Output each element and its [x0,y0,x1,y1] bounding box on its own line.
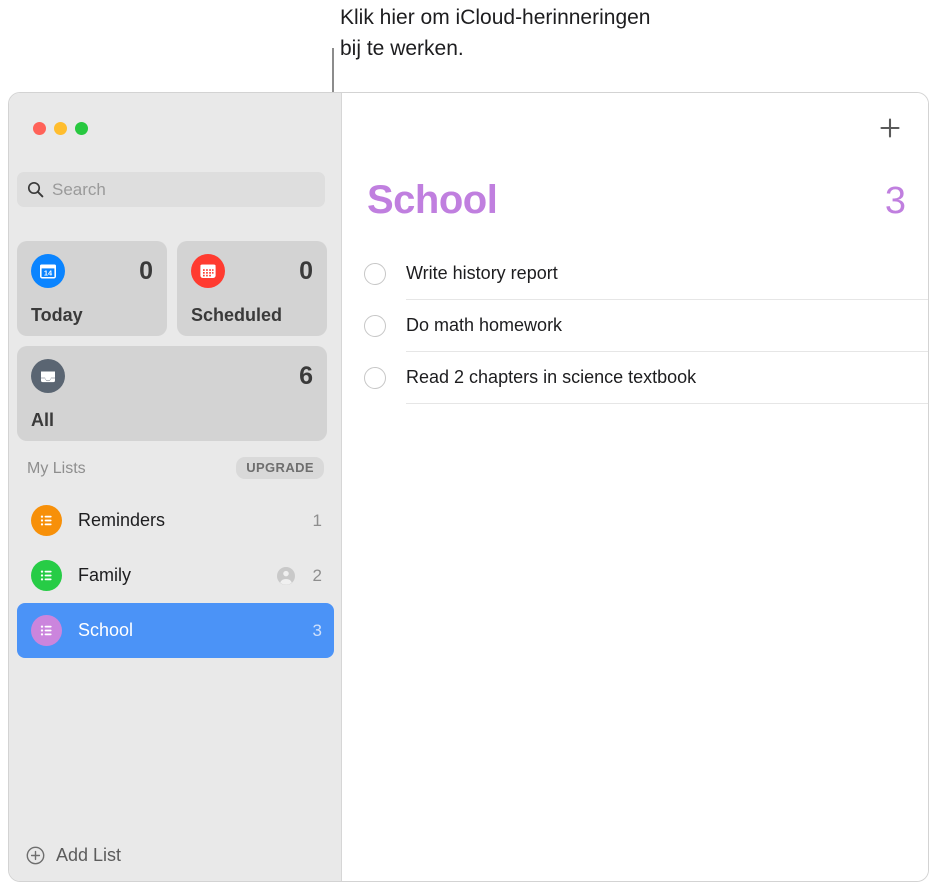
callout-text: Klik hier om iCloud-herinneringen bij te… [340,6,651,60]
lists-container: Reminders 1 Family 2 School 3 [9,493,342,658]
reminder-checkbox[interactable] [364,315,386,337]
search-icon [27,181,44,198]
smart-card-scheduled-label: Scheduled [191,305,283,325]
reminder-row[interactable]: Write history report [360,248,928,300]
svg-text:14: 14 [44,268,53,277]
reminders-list: Write history report Do math homework Re… [360,248,928,404]
my-lists-section-header: My Lists UPGRADE [9,455,342,487]
page-title: School [367,178,498,222]
calendar-day-icon: 14 [31,254,65,288]
bulleted-list-icon [31,505,62,536]
reminders-app-window: Search 14 0 Today 0 Scheduled 6 All My L… [8,92,929,882]
detail-pane: School 3 Write history report Do math ho… [342,93,928,881]
person-circle-icon [276,566,296,586]
sidebar-list-item-reminders-label: Reminders [78,510,166,530]
my-lists-title: My Lists [27,460,86,477]
sidebar-list-item-family-label: Family [78,565,131,585]
reminder-row[interactable]: Do math homework [360,300,928,352]
reminder-checkbox[interactable] [364,263,386,285]
smart-card-today-label: Today [31,305,83,325]
inbox-tray-icon [31,359,65,393]
sidebar-list-item-family[interactable]: Family 2 [17,548,334,603]
smart-card-today-count: 0 [139,257,153,285]
reminder-title[interactable]: Read 2 chapters in science textbook [406,367,696,388]
reminder-checkbox[interactable] [364,367,386,389]
bulleted-list-icon [31,615,62,646]
reminder-text-container: Do math homework [406,300,928,352]
detail-header: School 3 [367,178,906,223]
sidebar-list-item-family-count: 2 [312,565,322,585]
add-reminder-button[interactable] [877,115,903,141]
smart-card-all-label: All [31,410,55,430]
reminder-text-container: Read 2 chapters in science textbook [406,352,928,404]
maximize-window-button[interactable] [75,122,88,135]
smart-card-scheduled-count: 0 [299,257,313,285]
smart-card-all[interactable]: 6 All [17,346,327,441]
search-placeholder: Search [52,179,106,199]
sidebar-list-item-reminders[interactable]: Reminders 1 [17,493,334,548]
sidebar: Search 14 0 Today 0 Scheduled 6 All My L… [9,93,342,881]
sidebar-list-item-school[interactable]: School 3 [17,603,334,658]
plus-icon [880,118,900,138]
reminder-count: 3 [884,180,906,222]
reminder-title[interactable]: Write history report [406,263,558,284]
add-list-button[interactable]: Add List [9,829,342,881]
sidebar-list-item-reminders-count: 1 [312,510,322,530]
smart-card-today[interactable]: 14 0 Today [17,241,167,336]
upgrade-badge[interactable]: UPGRADE [236,457,324,479]
smart-card-scheduled[interactable]: 0 Scheduled [177,241,327,336]
sidebar-list-item-school-count: 3 [312,620,322,640]
add-list-label: Add List [56,844,122,865]
reminder-title[interactable]: Do math homework [406,315,562,336]
close-window-button[interactable] [33,122,46,135]
reminder-row[interactable]: Read 2 chapters in science textbook [360,352,928,404]
reminder-text-container: Write history report [406,248,928,300]
bulleted-list-icon [31,560,62,591]
search-input[interactable]: Search [17,172,325,207]
minimize-window-button[interactable] [54,122,67,135]
smart-card-all-count: 6 [299,362,313,390]
window-traffic-lights [33,122,88,135]
sidebar-list-item-school-label: School [78,620,134,640]
calendar-grid-icon [191,254,225,288]
